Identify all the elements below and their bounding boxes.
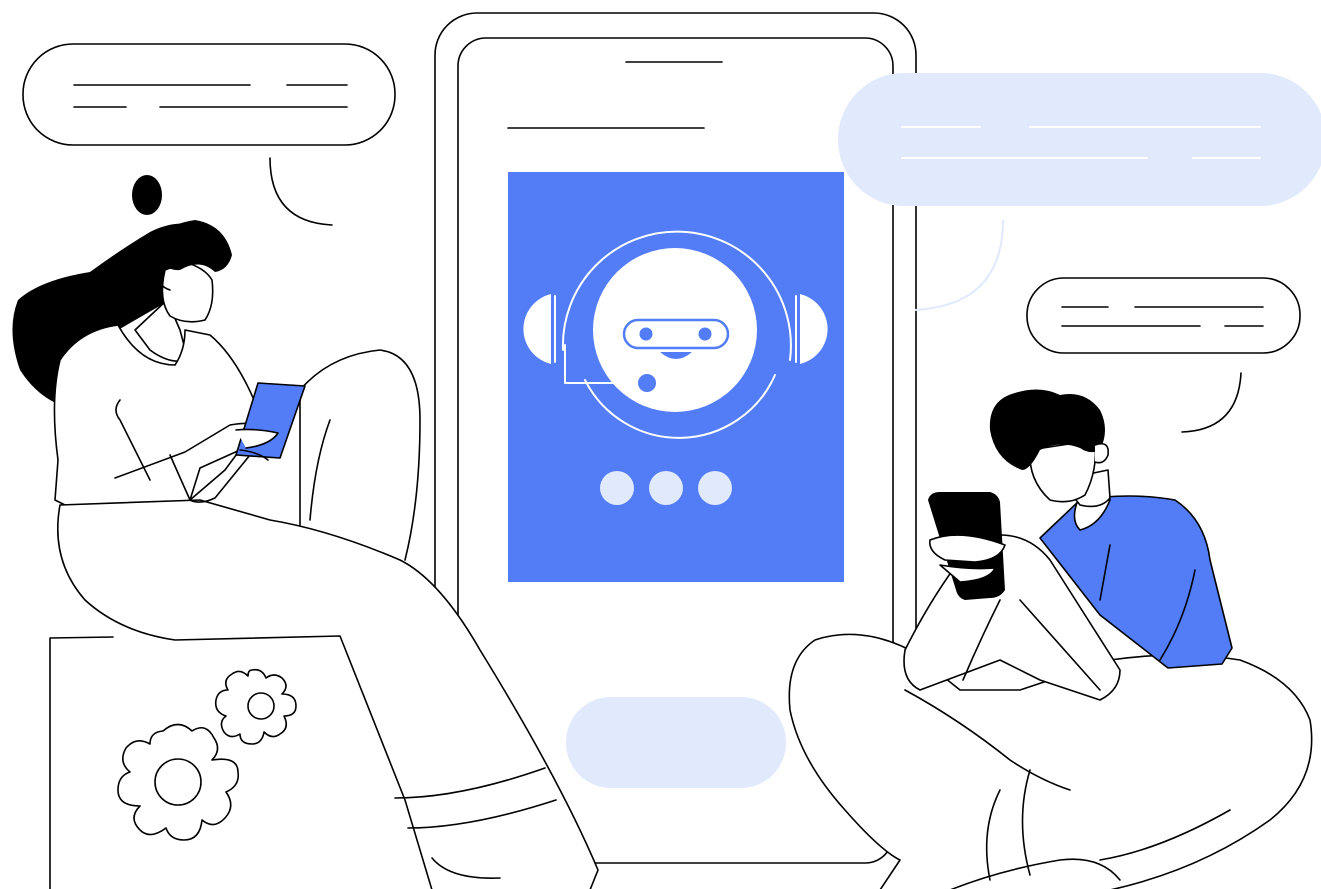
woman-face: [161, 261, 214, 323]
gear-small: [214, 668, 297, 745]
gears-icon: [117, 668, 297, 841]
phone-action-button[interactable]: [566, 697, 786, 788]
gear-large: [117, 723, 240, 841]
chatbot-illustration: [12, 12, 1321, 889]
typing-dot: [649, 471, 683, 505]
typing-dot: [600, 471, 634, 505]
typing-indicator-dots-icon: [600, 471, 732, 505]
speech-bubble-left: [22, 43, 396, 226]
crate: [49, 632, 363, 889]
typing-dot: [698, 471, 732, 505]
chatbot-card: [508, 172, 844, 582]
